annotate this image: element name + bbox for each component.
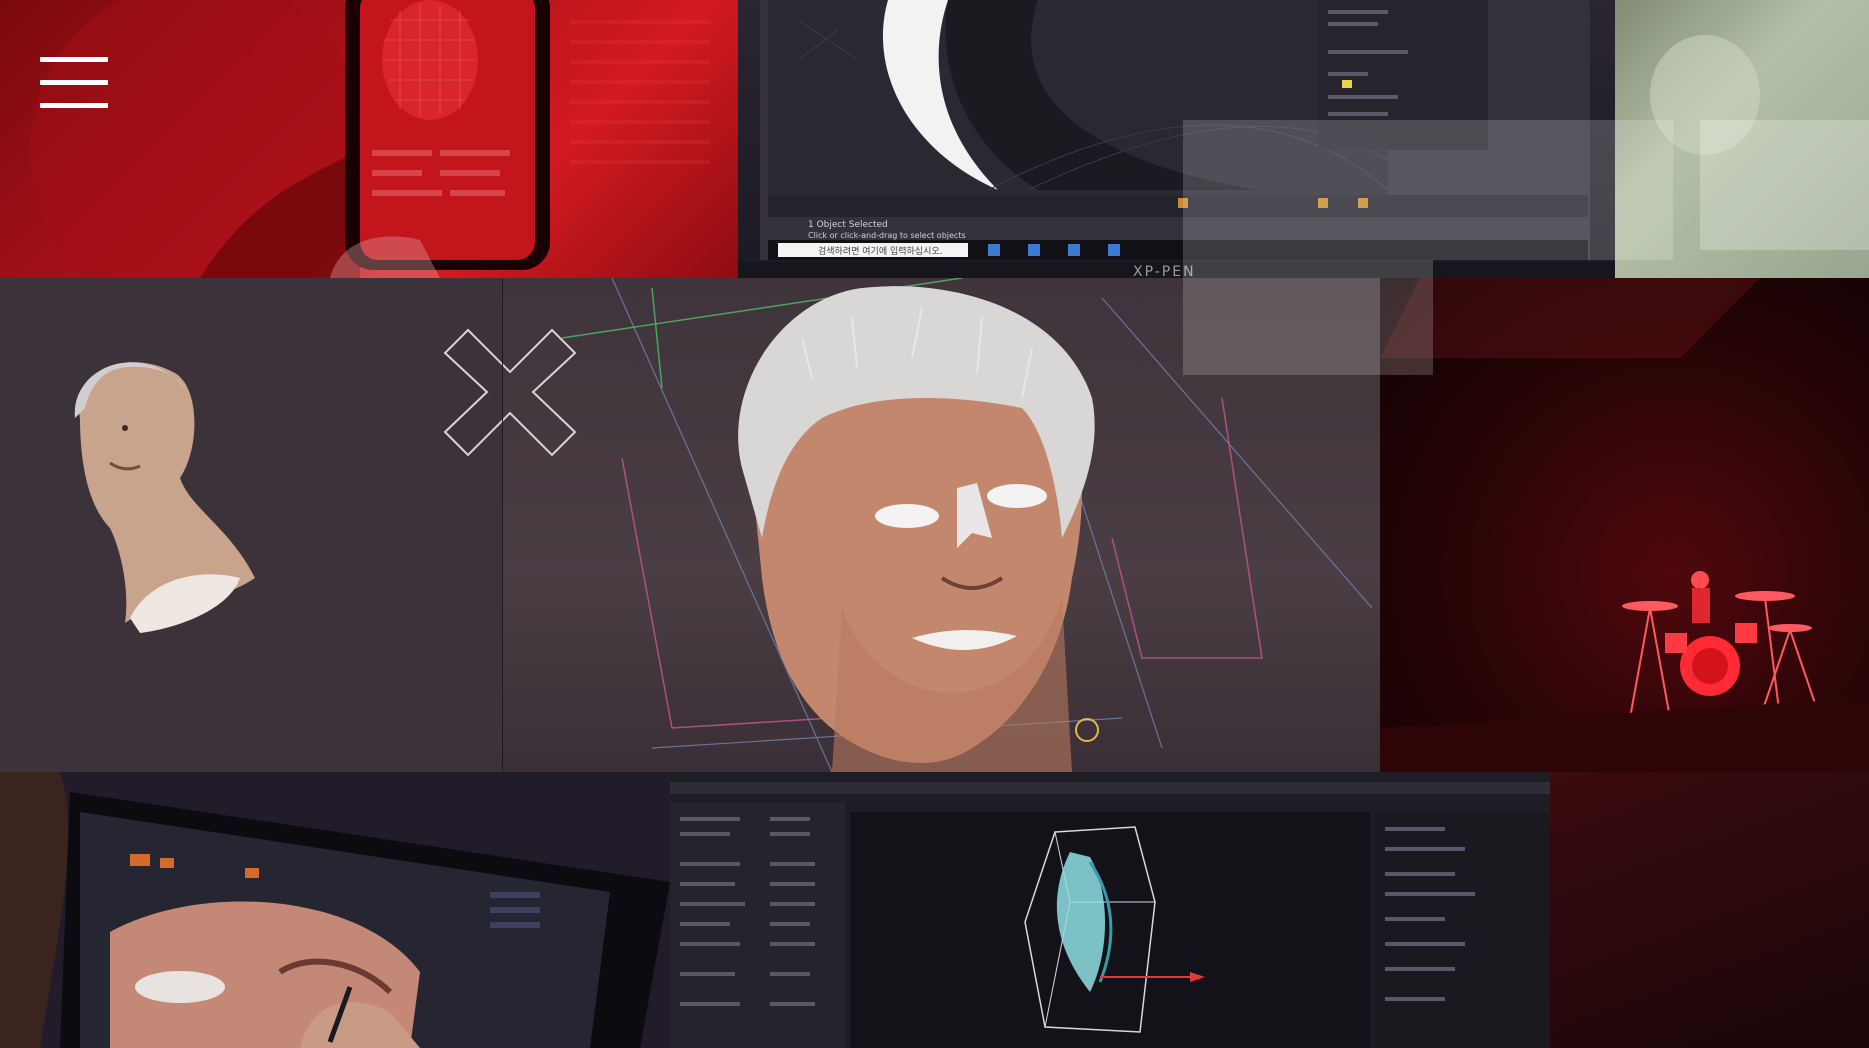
phone-scene	[30, 0, 710, 278]
tile-drummer	[1380, 278, 1869, 772]
editor-scene	[670, 772, 1550, 1048]
status-objects-selected: 1 Object Selected	[808, 220, 888, 230]
tablet-scene	[0, 772, 670, 1048]
bust-scene	[74, 362, 255, 633]
translucent-overlay-mid	[1183, 260, 1433, 375]
hamburger-menu-icon	[40, 57, 108, 62]
tile-tablet-sculpting	[0, 772, 670, 1048]
translucent-overlay-top	[1183, 120, 1673, 260]
status-hint: Click or click-and-drag to select object…	[808, 231, 966, 240]
taskbar-search-text: 검색하려면 여기에 입력하십시오.	[818, 247, 943, 257]
x-mark-icon	[443, 328, 577, 457]
menu-button[interactable]	[40, 57, 108, 111]
drummer-scene	[1380, 278, 1869, 772]
tile-editor-3d-viewport	[670, 772, 1550, 1048]
tile-scanned-bust	[0, 278, 502, 772]
divider-row2	[502, 278, 503, 772]
tile-phone-facetracking	[0, 0, 738, 278]
tile-dark-red-panel	[1550, 772, 1869, 1048]
